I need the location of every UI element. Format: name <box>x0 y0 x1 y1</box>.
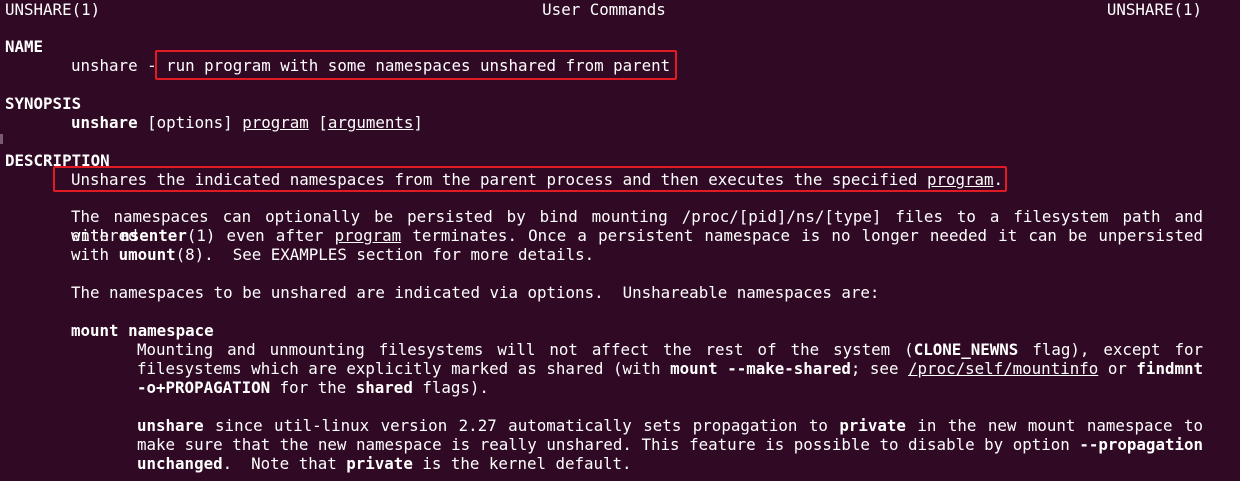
text: ; see <box>850 359 909 378</box>
text: (8). See EXAMPLES section for more detai… <box>175 245 595 264</box>
description-program: program <box>926 170 994 189</box>
synopsis-program: program <box>242 113 309 132</box>
text: Mounting and unmounting filesystems will… <box>137 340 914 359</box>
mount-namespace-title: mount namespace <box>71 321 214 340</box>
text: filesystems which are explicitly marked … <box>137 359 671 378</box>
synopsis-open: [ <box>308 113 328 132</box>
mount-line-3: -o+PROPAGATION for the shared flags). <box>137 378 489 397</box>
text: since util-linux version 2.27 automatica… <box>203 416 840 435</box>
mount-line-2: filesystems which are explicitly marked … <box>137 359 1203 378</box>
findmnt-ref: findmnt <box>1136 359 1203 378</box>
unshare-ref: unshare <box>137 416 204 435</box>
name-dash: - <box>137 56 167 75</box>
mount-p2-line-2: make sure that the new namespace is real… <box>137 435 1203 454</box>
synopsis-line: unshare [options] program [arguments] <box>71 113 423 132</box>
name-desc: run program with some namespaces unshare… <box>166 56 671 75</box>
terminal-window[interactable]: UNSHARE(1) User Commands UNSHARE(1) NAME… <box>0 0 1240 481</box>
section-heading-name: NAME <box>5 37 44 56</box>
synopsis-options: [options] <box>137 113 243 132</box>
private-ref: private <box>346 454 413 473</box>
clone-newns-flag: CLONE_NEWNS <box>913 340 1019 359</box>
private-ref: private <box>839 416 906 435</box>
text: with <box>71 245 119 264</box>
mount-line-1: Mounting and unmounting filesystems will… <box>137 340 1203 359</box>
unchanged-ref: unchanged <box>137 454 223 473</box>
nsenter-ref: nsenter <box>120 226 187 245</box>
synopsis-cmd: unshare <box>71 113 138 132</box>
text: (1) even after <box>186 226 335 245</box>
synopsis-close: ] <box>413 113 423 132</box>
propagation-flag: --propagation <box>1079 435 1203 454</box>
text: flag), except for <box>1018 340 1203 359</box>
mountinfo-path: /proc/self/mountinfo <box>908 359 1099 378</box>
text: for the <box>270 378 356 397</box>
scroll-indicator <box>0 134 3 144</box>
description-p2-line-1: The namespaces can optionally be persist… <box>71 207 1203 245</box>
text: in the new mount namespace to <box>905 416 1203 435</box>
text: terminates. Once a persistent namespace … <box>401 226 1203 245</box>
program-ref: program <box>334 226 402 245</box>
mount-p2-line-1: unshare since util-linux version 2.27 au… <box>137 416 1203 435</box>
shared-ref: shared <box>355 378 413 397</box>
header-right: UNSHARE(1) <box>1106 0 1202 19</box>
text: . Note that <box>222 454 347 473</box>
section-heading-description: DESCRIPTION <box>5 151 110 170</box>
mount-make-shared: mount --make-shared <box>670 359 851 378</box>
description-period: . <box>993 170 1004 189</box>
header-center: User Commands <box>542 0 666 19</box>
description-p2-line-2: with nsenter(1) even after program termi… <box>71 226 1203 245</box>
description-p3: The namespaces to be unshared are indica… <box>71 283 880 302</box>
description-p2-line-3: with umount(8). See EXAMPLES section for… <box>71 245 594 264</box>
text: with <box>71 226 121 245</box>
text: or <box>1098 359 1137 378</box>
mount-p2-line-3: unchanged. Note that private is the kern… <box>137 454 632 473</box>
synopsis-arguments: arguments <box>327 113 414 132</box>
text: make sure that the new namespace is real… <box>137 435 1080 454</box>
description-line-1: Unshares the indicated namespaces from t… <box>71 170 1003 189</box>
text: flags). <box>412 378 489 397</box>
text: is the kernel default. <box>412 454 632 473</box>
name-line: unshare - run program with some namespac… <box>71 56 670 75</box>
section-heading-synopsis: SYNOPSIS <box>5 94 82 113</box>
umount-ref: umount <box>118 245 176 264</box>
name-cmd: unshare <box>71 56 138 75</box>
propagation-option: -o+PROPAGATION <box>137 378 271 397</box>
description-text: Unshares the indicated namespaces from t… <box>71 170 927 189</box>
